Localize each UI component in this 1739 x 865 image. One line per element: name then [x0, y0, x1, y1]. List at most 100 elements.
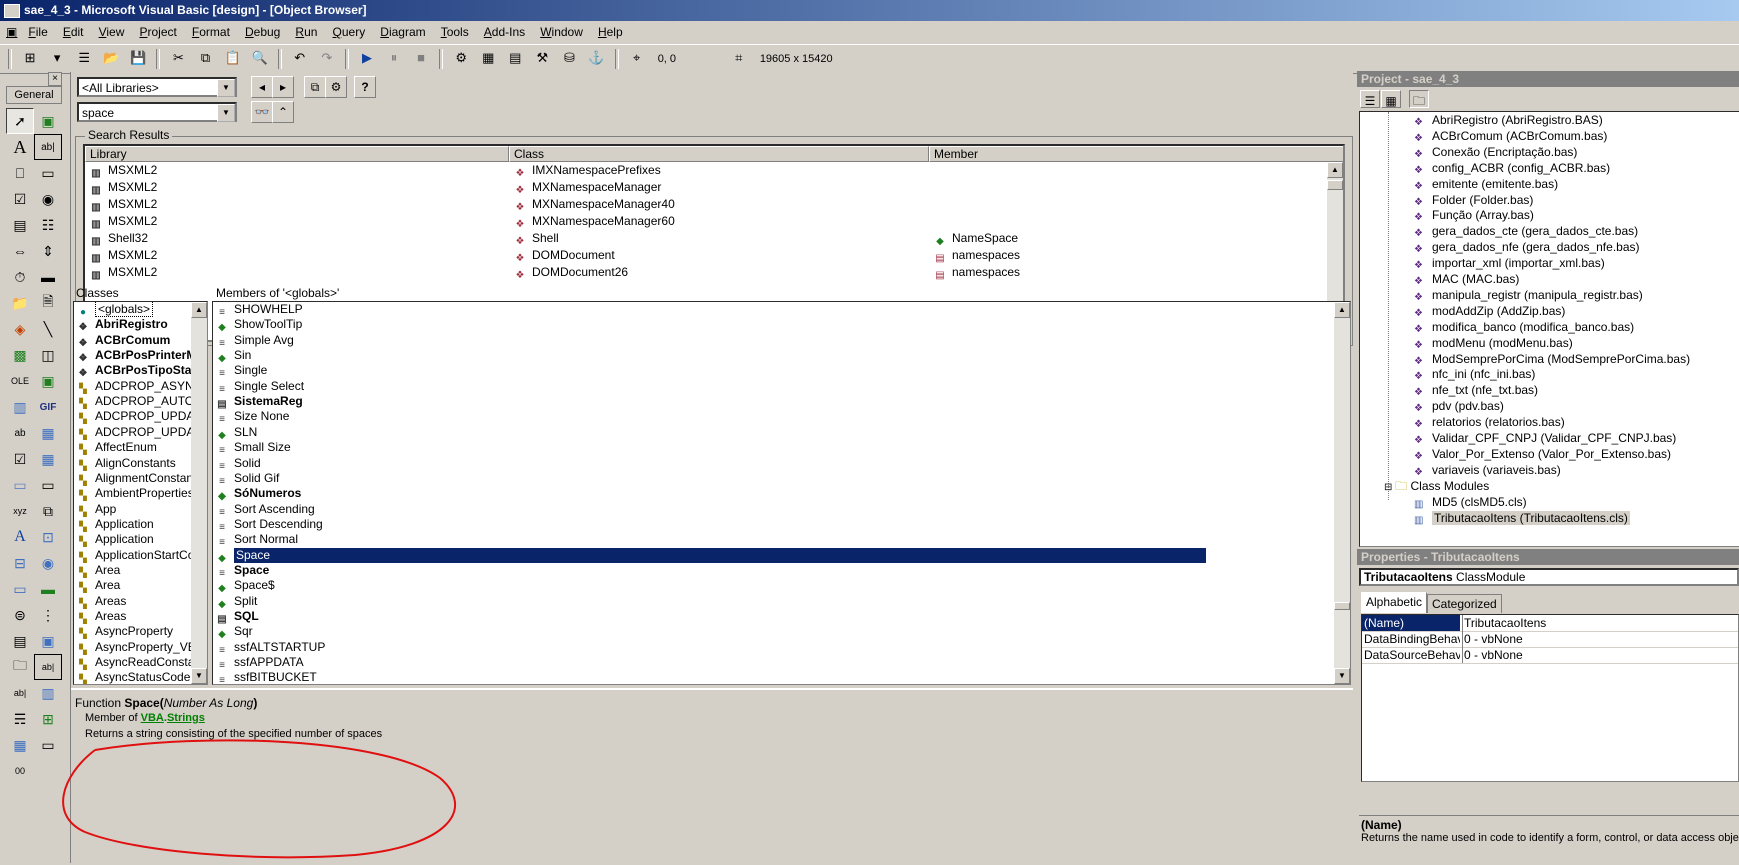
member-list-item[interactable]: ≡ Sort Normal	[215, 532, 1205, 548]
scroll-thumb[interactable]	[1334, 602, 1350, 610]
font-icon[interactable]: A	[6, 524, 34, 550]
filelistbox-icon[interactable]: 🗎	[34, 290, 62, 316]
undo-icon[interactable]: ↶	[289, 47, 311, 69]
class-list-item[interactable]: ▚ Application	[76, 532, 192, 547]
member-list-item[interactable]: ◆ Space$	[215, 578, 1205, 594]
scroll-up-icon[interactable]: ▲	[1327, 162, 1343, 178]
grid-icon[interactable]: ▦	[34, 420, 62, 446]
member-list-item[interactable]: ≡ Single Select	[215, 379, 1205, 395]
view-code-button[interactable]: ☰	[1360, 90, 1380, 108]
class-list-item[interactable]: ▚ AsyncProperty	[76, 624, 192, 639]
copy-to-clipboard-button[interactable]: ⧉	[304, 76, 326, 98]
search-result-class[interactable]: ❖ DOMDocument	[513, 247, 615, 264]
coolbar-icon[interactable]: ▥	[34, 680, 62, 706]
search-result-member[interactable]: ▤ namespaces	[933, 247, 1020, 264]
search-result-class[interactable]: ❖ Shell	[513, 230, 559, 247]
search-result-member[interactable]: ▤ namespaces	[933, 264, 1020, 281]
collapse-icon[interactable]: ⊟	[1384, 482, 1395, 493]
member-list-item[interactable]: ≡ ssfALTSTARTUP	[215, 640, 1205, 656]
menu-format[interactable]: Format	[186, 23, 236, 41]
start-icon[interactable]: ▶	[356, 47, 378, 69]
project-module-item[interactable]: ❖ Valor_Por_Extenso (Valor_Por_Extenso.ba…	[1414, 446, 1671, 462]
class-list-item[interactable]: ▚ ADCPROP_UPDATE	[76, 425, 192, 440]
class-list-item[interactable]: ▚ Area	[76, 563, 192, 578]
scroll-up-icon[interactable]: ▲	[1334, 302, 1350, 318]
listbox-icon[interactable]: ☷	[34, 212, 62, 238]
mschart-icon[interactable]: ▦	[6, 732, 34, 758]
listview-icon[interactable]: ▤	[6, 628, 34, 654]
textbox2-icon[interactable]: ab|	[6, 680, 34, 706]
menu-project[interactable]: Project	[133, 23, 182, 41]
member-list-item[interactable]: ≡ Simple Avg	[215, 333, 1205, 349]
column-header-member[interactable]: Member	[929, 146, 1343, 162]
menu-edit[interactable]: Edit	[57, 23, 90, 41]
toolbox-icon[interactable]: ⚓	[586, 47, 608, 69]
pointer-icon[interactable]: ➚	[6, 108, 34, 134]
member-list-item[interactable]: ≡ Solid	[215, 456, 1205, 472]
project-module-item[interactable]: ❖ relatorios (relatorios.bas)	[1414, 414, 1565, 430]
member-list-item[interactable]: ◆ Sqr	[215, 624, 1205, 640]
class-list-item[interactable]: ▚ AsyncReadConstant	[76, 655, 192, 670]
toggle-folders-button[interactable]: 🗀	[1409, 90, 1429, 108]
class-list-item[interactable]: ▚ ADCPROP_UPDATE	[76, 409, 192, 424]
cut-icon[interactable]: ✂	[167, 47, 189, 69]
scroll-down-icon[interactable]: ▼	[1334, 668, 1350, 684]
member-list-item[interactable]: ≡ Single	[215, 363, 1205, 379]
hide-search-results-button[interactable]: ⌃	[272, 101, 294, 123]
search-result-library[interactable]: ▥ MSXML2	[89, 196, 157, 213]
search-button[interactable]: 👓	[251, 101, 273, 123]
copy-icon[interactable]: ⧉	[195, 47, 217, 69]
project-explorer-icon[interactable]: ⚙	[450, 47, 472, 69]
project-module-item[interactable]: ❖ gera_dados_cte (gera_dados_cte.bas)	[1414, 223, 1638, 239]
project-module-item[interactable]: ❖ ACBrComum (ACBrComum.bas)	[1414, 128, 1607, 144]
project-module-item[interactable]: ❖ modMenu (modMenu.bas)	[1414, 335, 1573, 351]
class-list-item[interactable]: ▚ ADCPROP_AUTORE	[76, 394, 192, 409]
project-module-item[interactable]: ❖ nfc_ini (nfc_ini.bas)	[1414, 366, 1535, 382]
richtextbox-icon[interactable]: ab	[6, 420, 34, 446]
tabstrip-icon[interactable]: ⧉	[34, 498, 62, 524]
project-module-item[interactable]: ❖ ModSemprePorCima (ModSemprePorCima.bas)	[1414, 351, 1690, 367]
class-list-item[interactable]: ▚ AlignmentConstants	[76, 471, 192, 486]
library-link-vba[interactable]: VBA	[141, 712, 164, 724]
add-form-icon[interactable]: ▾	[46, 47, 68, 69]
menu-tools[interactable]: Tools	[435, 23, 475, 41]
menu-file[interactable]: File	[22, 23, 53, 41]
classes-scrollbar[interactable]: ▲ ▼	[191, 302, 207, 684]
find-icon[interactable]: 🔍	[249, 47, 271, 69]
member-list-item[interactable]: ◆ Split	[215, 594, 1205, 610]
property-value[interactable]: 0 - vbNone	[1464, 631, 1523, 647]
treeview-icon[interactable]: ⊟	[6, 550, 34, 576]
project-module-item[interactable]: ❖ importar_xml (importar_xml.bas)	[1414, 255, 1605, 271]
search-result-class[interactable]: ❖ MXNamespaceManager40	[513, 196, 675, 213]
redo-icon[interactable]: ↷	[316, 47, 338, 69]
data-view-icon[interactable]: ⛁	[558, 47, 580, 69]
calendar-icon[interactable]: 00	[6, 758, 34, 784]
menu-query[interactable]: Query	[327, 23, 372, 41]
optionbutton-icon[interactable]: ◉	[34, 186, 62, 212]
hscrollbar-icon[interactable]: ⇔	[6, 238, 34, 264]
app-icon[interactable]	[4, 3, 20, 18]
shape-icon[interactable]: ◈	[6, 316, 34, 342]
commondialog-icon[interactable]: ▣	[34, 368, 62, 394]
class-list-item[interactable]: ❖ AbriRegistro	[76, 317, 192, 332]
member-list-item[interactable]: ≡ ssfBITBUCKET	[215, 670, 1205, 684]
class-module-item[interactable]: ▥ MD5 (clsMD5.cls)	[1414, 494, 1527, 510]
image-icon[interactable]: ▩	[6, 342, 34, 368]
tab-alphabetic[interactable]: Alphabetic	[1361, 592, 1428, 613]
member-list-item[interactable]: ≡ Sort Ascending	[215, 502, 1205, 518]
help-button[interactable]: ?	[354, 76, 376, 98]
search-result-class[interactable]: ❖ MXNamespaceManager60	[513, 213, 675, 230]
statusbar-icon[interactable]: ▭	[6, 576, 34, 602]
project-module-item[interactable]: ❖ MAC (MAC.bas)	[1414, 271, 1519, 287]
project-module-item[interactable]: ❖ Conexão (Encriptação.bas)	[1414, 144, 1577, 160]
picturebox-icon[interactable]: ▣	[34, 108, 62, 134]
project-module-item[interactable]: ❖ pdv (pdv.bas)	[1414, 398, 1504, 414]
class-list-item[interactable]: ▚ Areas	[76, 609, 192, 624]
mdi-child-icon[interactable]: ▣	[0, 23, 19, 41]
search-result-member[interactable]: ◆ NameSpace	[933, 230, 1018, 247]
property-row[interactable]: (Name) TributacaoItens	[1362, 615, 1738, 632]
paste-icon[interactable]: 📋	[222, 47, 244, 69]
timer-icon[interactable]: ⏱	[6, 264, 34, 290]
member-list-item[interactable]: ≡ Space	[215, 563, 1205, 579]
tab-categorized[interactable]: Categorized	[1427, 594, 1502, 613]
